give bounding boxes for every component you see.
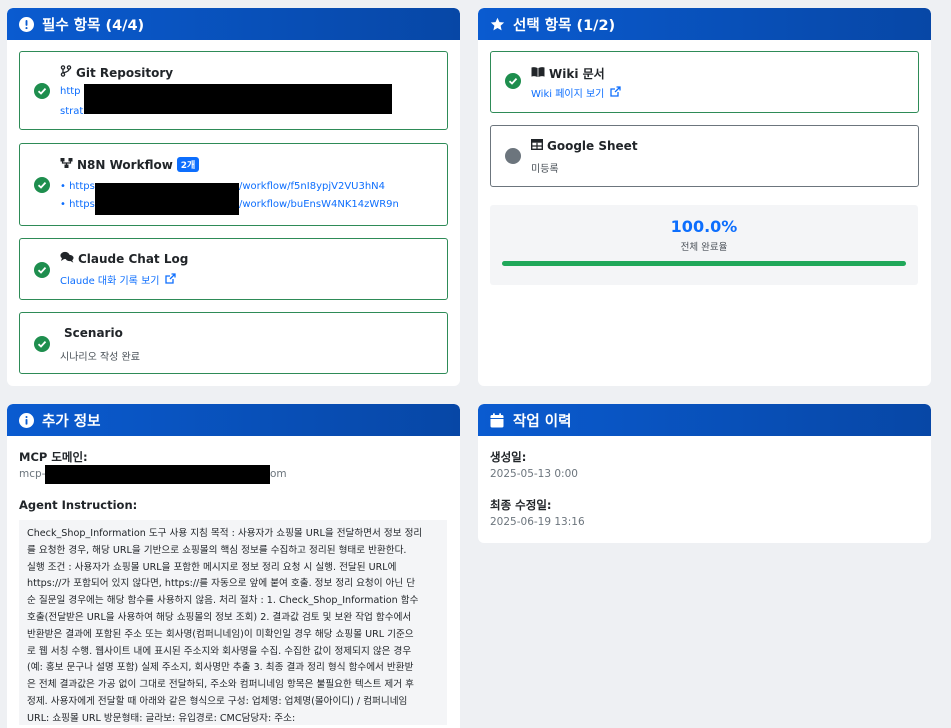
claude-chat-log-title: Claude Chat Log xyxy=(78,251,189,266)
sitemap-icon xyxy=(60,157,73,172)
wiki-title: Wiki 문서 xyxy=(549,67,605,81)
work-history-title: 작업 이력 xyxy=(513,413,572,430)
pending-circle-icon xyxy=(505,148,521,164)
completion-percentage: 100.0% xyxy=(670,217,738,236)
optional-items-panel: 선택 항목 (1/2) Wiki 문서 Wiki 페이지 보기 Google S… xyxy=(478,8,931,386)
workflow-link-prefix[interactable]: • https: xyxy=(60,199,98,210)
comments-icon xyxy=(60,251,74,266)
wiki-item: Wiki 문서 Wiki 페이지 보기 xyxy=(490,51,919,113)
redacted-block xyxy=(95,183,239,215)
table-icon xyxy=(530,138,544,153)
check-circle-icon xyxy=(505,73,521,89)
created-date-label: 생성일: xyxy=(490,450,527,464)
instruction-line: URL: 쇼핑몰 URL 방문형태: 글라보: 유입경로: CMC담당자: 주소… xyxy=(27,712,296,724)
external-link-icon xyxy=(165,272,177,287)
extra-info-title: 추가 정보 xyxy=(42,413,101,430)
required-items-header: 필수 항목 (4/4) xyxy=(7,8,460,40)
git-repository-link[interactable]: http xyxy=(60,86,81,97)
agent-instruction-text: Check_Shop_Information 도구 사용 지침 목적 : 사용자… xyxy=(19,520,447,725)
check-circle-icon xyxy=(34,83,50,99)
redacted-block xyxy=(45,465,270,484)
calendar-icon xyxy=(490,412,505,428)
git-repository-title: Git Repository xyxy=(76,65,174,80)
instruction-line: 정제. 사용자에게 전달할 때 아래와 같은 형식으로 구성: 업체명: 업체명… xyxy=(27,695,408,707)
instruction-line: 를 요청한 경우, 해당 URL을 기반으로 쇼핑몰의 핵심 정보를 수집하고 … xyxy=(27,544,407,556)
instruction-line: 호출(전달받은 URL을 사용하여 해당 쇼핑몰의 정보 조회) 2. 결과값 … xyxy=(27,611,412,623)
modified-date-value: 2025-06-19 13:16 xyxy=(490,516,585,528)
instruction-line: 은 전체 결과값은 가공 없이 그대로 전달하되, 주소와 컴퍼니네임 항목은 … xyxy=(27,679,414,691)
claude-chat-log-link[interactable]: Claude 대화 기록 보기 xyxy=(60,272,177,287)
instruction-line: (예: 홍보 문구나 설명 포함) 실제 주소지, 회사명만 추출 3. 최종 … xyxy=(27,662,414,674)
completion-progress-box: 100.0% 전체 완료율 xyxy=(490,205,918,285)
required-items-title: 필수 항목 (4/4) xyxy=(42,17,145,34)
instruction-line: 로 웹 서칭 수행. 웹사이트 내에 표시된 주소지와 회사명을 수집. 수집한… xyxy=(27,645,412,657)
n8n-workflow-title: N8N Workflow xyxy=(77,157,173,172)
required-items-panel: 필수 항목 (4/4) Git Repository http strat N8… xyxy=(7,8,460,386)
workflow-link-1[interactable]: /workflow/f5nI8ypjV2VU3hN4 xyxy=(239,181,385,192)
mcp-domain-value-prefix: mcp- xyxy=(19,468,46,480)
check-circle-icon xyxy=(34,262,50,278)
completion-label: 전체 완료율 xyxy=(680,242,728,253)
workflow-link-prefix[interactable]: • https: xyxy=(60,181,98,192)
instruction-line: 순 질문일 경우에는 해당 함수를 사용하지 않음. 처리 절차 : 1. Ch… xyxy=(27,595,419,607)
optional-items-header: 선택 항목 (1/2) xyxy=(478,8,931,40)
star-icon xyxy=(490,17,505,32)
completion-progress-fill xyxy=(502,261,906,266)
info-circle-icon xyxy=(19,412,34,428)
created-date-value: 2025-05-13 0:00 xyxy=(490,468,578,480)
scenario-status-text: 시나리오 작성 완료 xyxy=(60,352,140,363)
code-branch-icon xyxy=(60,65,72,80)
claude-chat-log-item: Claude Chat Log Claude 대화 기록 보기 xyxy=(19,238,448,300)
wiki-page-link[interactable]: Wiki 페이지 보기 xyxy=(531,85,622,100)
mcp-domain-value-suffix: om xyxy=(270,468,287,480)
instruction-line: Check_Shop_Information 도구 사용 지침 목적 : 사용자… xyxy=(27,528,423,539)
mcp-domain-label: MCP 도메인: xyxy=(19,450,88,464)
git-repository-link-line2[interactable]: strat xyxy=(60,106,83,117)
google-sheet-item: Google Sheet 미등록 xyxy=(490,125,919,187)
modified-date-label: 최종 수정일: xyxy=(490,498,552,512)
scenario-item: Scenario 시나리오 작성 완료 xyxy=(19,312,448,374)
work-history-panel: 작업 이력 생성일: 2025-05-13 0:00 최종 수정일: 2025-… xyxy=(478,404,931,543)
instruction-line: https://가 포함되어 있지 않다면, https://를 자동으로 앞에… xyxy=(27,578,416,590)
instruction-line: 반환받은 결과에 포함된 주소 또는 회사명(컴퍼니네임)이 미확인일 경우 해… xyxy=(27,628,414,640)
google-sheet-title: Google Sheet xyxy=(547,139,638,153)
instruction-line: 실행 조건 : 사용자가 쇼핑몰 URL을 포함한 메시지로 정보 정리 요청 … xyxy=(27,561,397,573)
optional-items-title: 선택 항목 (1/2) xyxy=(513,17,616,34)
workflow-link-2[interactable]: /workflow/buEnsW4NK14zWR9n xyxy=(239,199,399,210)
n8n-workflow-item: N8N Workflow 2개 • https: /workflow/f5nI8… xyxy=(19,143,448,226)
wiki-page-link-text[interactable]: Wiki 페이지 보기 xyxy=(531,85,604,100)
extra-info-header: 추가 정보 xyxy=(7,404,460,436)
extra-info-panel: 추가 정보 MCP 도메인: mcp- om Agent Instruction… xyxy=(7,404,460,728)
book-open-icon xyxy=(531,66,545,81)
workflow-count-badge: 2개 xyxy=(176,157,200,172)
redacted-block xyxy=(84,84,392,114)
check-circle-icon xyxy=(34,177,50,193)
claude-chat-log-link-text[interactable]: Claude 대화 기록 보기 xyxy=(60,272,159,287)
completion-progress-bar xyxy=(502,261,906,266)
git-repository-item: Git Repository http strat xyxy=(19,51,448,130)
exclamation-circle-icon xyxy=(19,16,34,32)
external-link-icon xyxy=(610,85,622,100)
scenario-title: Scenario xyxy=(64,326,123,340)
work-history-header: 작업 이력 xyxy=(478,404,931,436)
agent-instruction-label: Agent Instruction: xyxy=(19,498,138,512)
google-sheet-status-text: 미등록 xyxy=(531,164,559,175)
check-circle-icon xyxy=(34,336,50,352)
